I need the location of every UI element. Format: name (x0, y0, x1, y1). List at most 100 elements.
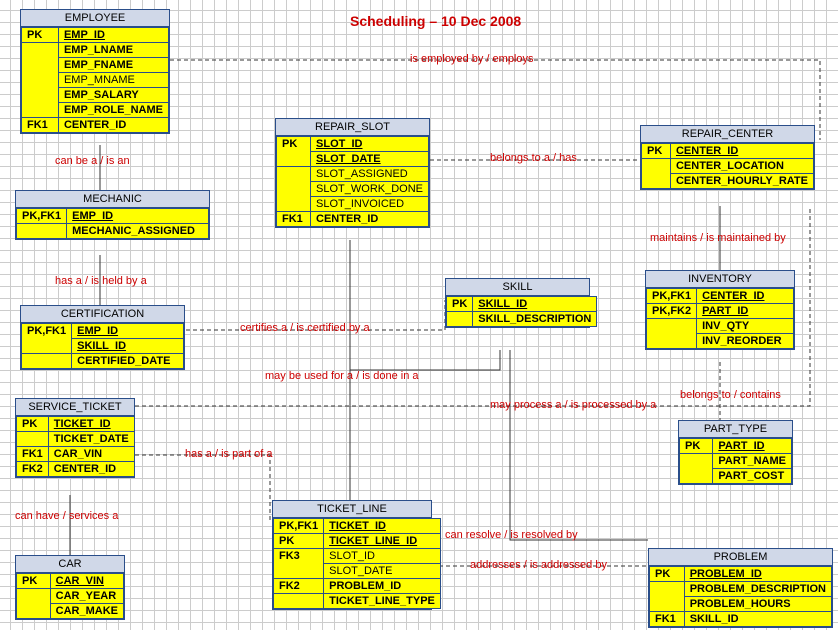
tag-cell (680, 454, 713, 484)
tag-cell: PK (650, 567, 685, 582)
attr-cell: SLOT_ID (324, 549, 441, 564)
entity-mechanic-header: MECHANIC (16, 191, 209, 208)
tag-cell: FK1 (277, 212, 311, 227)
tag-cell: PK (642, 144, 671, 159)
entity-skill-header: SKILL (446, 279, 589, 296)
attr-cell: CENTER_ID (670, 144, 813, 159)
entity-car[interactable]: CAR PKCAR_VINCAR_YEARCAR_MAKE (15, 555, 125, 620)
attr-cell: SKILL_ID (473, 297, 597, 312)
entity-certification[interactable]: CERTIFICATION PK,FK1EMP_IDSKILL_IDCERTIF… (20, 305, 185, 370)
entity-part-type[interactable]: PART_TYPE PKPART_IDPART_NAMEPART_COST (678, 420, 793, 485)
rel-can-resolve: can resolve / is resolved by (445, 529, 578, 541)
attr-cell: SKILL_ID (684, 612, 831, 627)
attr-cell: TICKET_LINE_ID (324, 534, 441, 549)
rel-belongs-contains: belongs to / contains (680, 389, 781, 401)
entity-problem-header: PROBLEM (649, 549, 832, 566)
tag-cell (447, 312, 473, 327)
attr-cell: CENTER_ID (48, 462, 134, 477)
attr-cell: CENTER_ID (697, 289, 794, 304)
attr-cell: PART_ID (697, 304, 794, 319)
entity-ticket-line[interactable]: TICKET_LINE PK,FK1TICKET_IDPKTICKET_LINE… (272, 500, 432, 610)
attr-cell: TICKET_ID (324, 519, 441, 534)
entity-car-header: CAR (16, 556, 124, 573)
entity-employee-header: EMPLOYEE (21, 10, 169, 27)
tag-cell (17, 224, 67, 239)
attr-cell: PROBLEM_ID (324, 579, 441, 594)
tag-cell: PK (17, 574, 51, 589)
entity-skill[interactable]: SKILL PKSKILL_IDSKILL_DESCRIPTION (445, 278, 590, 328)
entity-service-ticket-header: SERVICE_TICKET (16, 399, 134, 416)
tag-cell (274, 594, 324, 609)
attr-cell: EMP_MNAME (58, 73, 168, 88)
tag-cell (642, 159, 671, 189)
entity-employee[interactable]: EMPLOYEE PKEMP_IDEMP_LNAMEEMP_FNAMEEMP_M… (20, 9, 170, 134)
attr-cell: SLOT_DATE (324, 564, 441, 579)
attr-cell: EMP_SALARY (58, 88, 168, 103)
attr-cell: CAR_YEAR (50, 589, 123, 604)
tag-cell: PK,FK2 (647, 304, 697, 319)
tag-cell: PK,FK1 (22, 324, 72, 354)
entity-certification-header: CERTIFICATION (21, 306, 184, 323)
entity-part-type-header: PART_TYPE (679, 421, 792, 438)
attr-cell: PART_NAME (713, 454, 792, 469)
attr-cell: CERTIFIED_DATE (72, 354, 184, 369)
entity-repair-slot[interactable]: REPAIR_SLOT PKSLOT_IDSLOT_DATESLOT_ASSIG… (275, 118, 430, 228)
rel-maintains: maintains / is maintained by (650, 232, 786, 244)
entity-repair-slot-header: REPAIR_SLOT (276, 119, 429, 136)
entity-inventory-header: INVENTORY (646, 271, 794, 288)
attr-cell: SLOT_ASSIGNED (311, 167, 429, 182)
tag-cell: PK (447, 297, 473, 312)
rel-may-be-used: may be used for a / is done in a (265, 370, 418, 382)
attr-cell: PROBLEM_ID (684, 567, 831, 582)
attr-cell: CAR_MAKE (50, 604, 123, 619)
entity-problem[interactable]: PROBLEM PKPROBLEM_IDPROBLEM_DESCRIPTIONP… (648, 548, 833, 628)
attr-cell: SLOT_ID (311, 137, 429, 152)
tag-cell: PK (277, 137, 311, 167)
rel-addresses: addresses / is addressed by (470, 559, 607, 571)
entity-repair-center-header: REPAIR_CENTER (641, 126, 814, 143)
tag-cell: FK2 (274, 579, 324, 594)
attr-cell: CAR_VIN (50, 574, 123, 589)
rel-part-of: has a / is part of a (185, 448, 272, 460)
attr-cell: SLOT_INVOICED (311, 197, 429, 212)
rel-certifies: certifies a / is certified by a (240, 322, 370, 334)
attr-cell: EMP_ID (58, 28, 168, 43)
entity-repair-center[interactable]: REPAIR_CENTER PKCENTER_IDCENTER_LOCATION… (640, 125, 815, 190)
attr-cell: CENTER_ID (311, 212, 429, 227)
attr-cell: MECHANIC_ASSIGNED (67, 224, 209, 239)
entity-service-ticket[interactable]: SERVICE_TICKET PKTICKET_IDTICKET_DATEFK1… (15, 398, 135, 478)
attr-cell: CAR_VIN (48, 447, 134, 462)
entity-mechanic[interactable]: MECHANIC PK,FK1EMP_IDMECHANIC_ASSIGNED (15, 190, 210, 240)
tag-cell: PK (274, 534, 324, 549)
attr-cell: INV_REORDER (697, 334, 794, 349)
attr-cell: INV_QTY (697, 319, 794, 334)
attr-cell: PART_COST (713, 469, 792, 484)
tag-cell: FK3 (274, 549, 324, 579)
tag-cell (277, 167, 311, 212)
attr-cell: SKILL_DESCRIPTION (473, 312, 597, 327)
rel-may-process: may process a / is processed by a (490, 399, 656, 411)
attr-cell: EMP_ID (72, 324, 184, 339)
tag-cell (647, 319, 697, 349)
rel-belongs-center: belongs to a / has (490, 152, 577, 164)
attr-cell: EMP_LNAME (58, 43, 168, 58)
entity-ticket-line-header: TICKET_LINE (273, 501, 431, 518)
tag-cell: PK,FK1 (647, 289, 697, 304)
tag-cell (22, 43, 59, 118)
tag-cell: PK,FK1 (274, 519, 324, 534)
diagram-title: Scheduling – 10 Dec 2008 (350, 13, 521, 29)
attr-cell: TICKET_ID (48, 417, 134, 432)
tag-cell (22, 354, 72, 369)
attr-cell: TICKET_DATE (48, 432, 134, 447)
tag-cell (650, 582, 685, 612)
attr-cell: PART_ID (713, 439, 792, 454)
rel-can-have: can have / services a (15, 510, 118, 522)
rel-employed-by: is employed by / employs (410, 53, 534, 65)
attr-cell: CENTER_LOCATION (670, 159, 813, 174)
tag-cell: FK2 (17, 462, 49, 477)
tag-cell: PK (17, 417, 49, 432)
attr-cell: SKILL_ID (72, 339, 184, 354)
entity-inventory[interactable]: INVENTORY PK,FK1CENTER_IDPK,FK2PART_IDIN… (645, 270, 795, 350)
attr-cell: TICKET_LINE_TYPE (324, 594, 441, 609)
attr-cell: EMP_FNAME (58, 58, 168, 73)
